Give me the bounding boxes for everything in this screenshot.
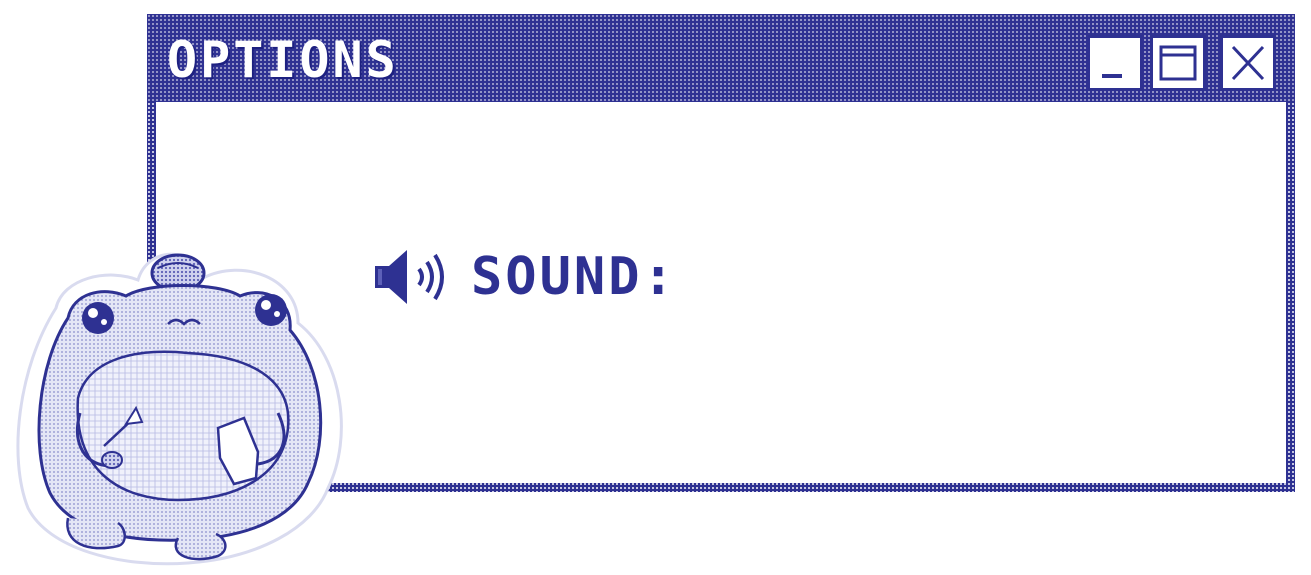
maximize-button[interactable]: [1150, 35, 1206, 91]
window-title: OPTIONS: [167, 31, 399, 89]
sound-label: SOUND:: [471, 247, 677, 307]
title-bar[interactable]: OPTIONS: [147, 14, 1295, 102]
speaker-icon: [375, 250, 444, 304]
close-icon: [1231, 45, 1265, 81]
sound-option[interactable]: SOUND:: [369, 242, 677, 312]
frog-mascot-illustration: [16, 252, 343, 566]
minimize-icon: [1102, 74, 1122, 78]
close-button[interactable]: [1220, 35, 1276, 91]
minimize-button[interactable]: [1087, 35, 1143, 91]
maximize-icon: [1159, 45, 1197, 81]
